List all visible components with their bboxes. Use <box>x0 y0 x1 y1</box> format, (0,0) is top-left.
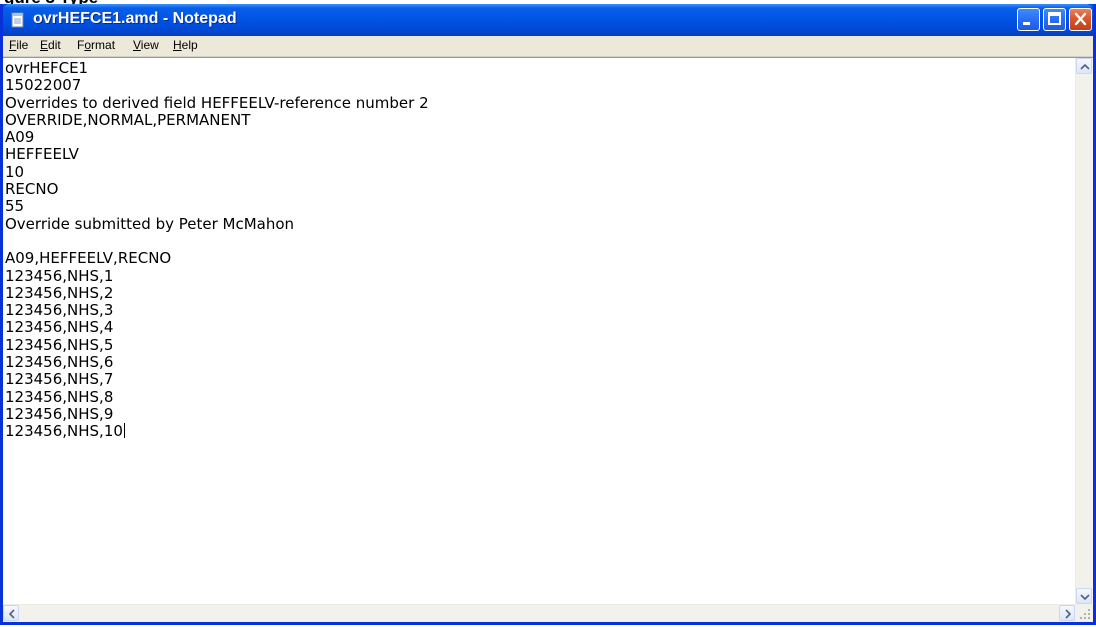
scroll-up-icon <box>1080 63 1090 70</box>
text-line: HEFFEELV <box>5 145 79 164</box>
menu-edit[interactable]: Edit <box>40 38 61 52</box>
text-line: ovrHEFCE1 <box>5 60 89 77</box>
text-line: Overrides to derived field HEFFEELV-refe… <box>5 93 429 112</box>
menu-file[interactable]: File <box>9 38 28 52</box>
close-button[interactable] <box>1069 8 1092 31</box>
text-line: 10 <box>5 162 25 181</box>
text-line: RECNO <box>5 180 59 199</box>
notepad-window: ovrHEFCE1.amd - Notepad File Edit Format… <box>0 4 1096 625</box>
text-line: 123456,NHS,2 <box>5 283 114 302</box>
text-line: 123456,NHS,7 <box>5 370 114 389</box>
maximize-button[interactable] <box>1043 8 1066 31</box>
text-caret <box>123 423 125 439</box>
resize-grip[interactable] <box>1075 604 1093 622</box>
text-content[interactable]: ovrHEFCE1 15022007 Overrides to derived … <box>5 60 1074 604</box>
horizontal-scrollbar[interactable] <box>3 604 1075 622</box>
text-line: Override submitted by Peter McMahon <box>5 214 295 233</box>
vertical-scrollbar[interactable] <box>1075 58 1093 604</box>
text-line: A09 <box>5 128 35 147</box>
text-editor[interactable]: ovrHEFCE1 15022007 Overrides to derived … <box>3 57 1093 622</box>
text-line: 123456,NHS,3 <box>5 301 114 320</box>
text-line-last: 123456,NHS,10 <box>5 422 125 441</box>
menu-view[interactable]: View <box>133 38 159 52</box>
text-line: 15022007 <box>5 76 82 95</box>
title-bar[interactable]: ovrHEFCE1.amd - Notepad <box>3 4 1093 36</box>
close-icon <box>1074 12 1087 26</box>
window-title: ovrHEFCE1.amd - Notepad <box>33 10 237 27</box>
scroll-right-button[interactable] <box>1059 605 1075 621</box>
resize-grip-icon <box>1080 609 1090 619</box>
text-line: 123456,NHS,8 <box>5 387 114 406</box>
menu-format[interactable]: Format <box>77 38 115 52</box>
scroll-left-icon <box>8 609 15 619</box>
minimize-button[interactable] <box>1017 8 1040 31</box>
text-line: 123456,NHS,5 <box>5 335 114 354</box>
maximize-icon <box>1048 12 1061 25</box>
scroll-up-button[interactable] <box>1076 58 1092 74</box>
text-line: A09,HEFFEELV,RECNO <box>5 249 172 268</box>
scroll-down-button[interactable] <box>1076 588 1092 604</box>
text-line: 123456,NHS,6 <box>5 353 114 372</box>
text-line: 55 <box>5 197 25 216</box>
text-line <box>5 233 1074 250</box>
scroll-down-icon <box>1080 594 1090 601</box>
text-line: 123456,NHS,1 <box>5 266 114 285</box>
scroll-right-icon <box>1065 609 1072 619</box>
menu-help[interactable]: Help <box>173 38 198 52</box>
scroll-left-button[interactable] <box>3 605 19 621</box>
text-line: 123456,NHS,4 <box>5 318 114 337</box>
text-line: 123456,NHS,9 <box>5 404 114 423</box>
minimize-icon <box>1023 22 1030 25</box>
menu-bar: File Edit Format View Help <box>3 36 1093 57</box>
notepad-icon <box>10 12 26 28</box>
text-line: OVERRIDE,NORMAL,PERMANENT <box>5 110 251 129</box>
